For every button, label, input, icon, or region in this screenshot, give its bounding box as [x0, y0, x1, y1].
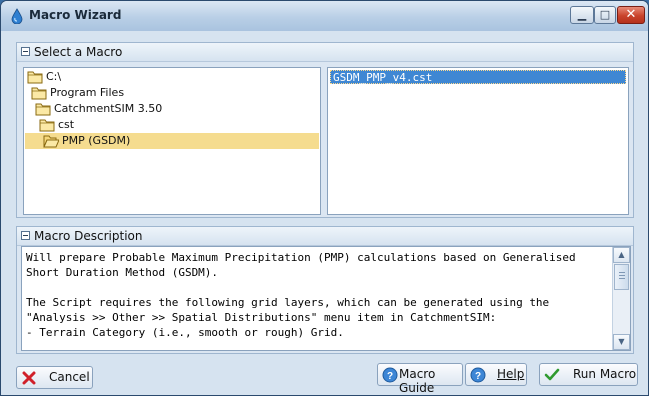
folder-icon [27, 70, 43, 84]
tree-item[interactable]: PMP (GSDM) [25, 133, 319, 149]
tree-item[interactable]: CatchmentSIM 3.50 [25, 101, 319, 117]
folder-open-icon [43, 134, 60, 148]
collapse-toggle-icon[interactable] [21, 47, 30, 56]
scroll-up-icon: ▲ [618, 250, 625, 259]
app-logo-icon [11, 8, 23, 24]
select-macro-header[interactable]: Select a Macro [17, 43, 633, 62]
folder-icon [35, 102, 51, 116]
window-title: Macro Wizard [29, 8, 122, 22]
tree-item-label: cst [58, 118, 75, 131]
checkmark-icon [544, 368, 560, 381]
help-question-icon: ? [382, 367, 398, 383]
macro-description-group: Macro Description Will prepare Probable … [16, 226, 634, 354]
run-macro-label: Run Macro [573, 367, 637, 381]
macro-file-list[interactable]: GSDM_PMP_v4.cst [327, 67, 629, 215]
cancel-x-icon [22, 371, 36, 385]
tree-item[interactable]: cst [25, 117, 319, 133]
minimize-icon: ▁ [577, 8, 587, 21]
help-question-icon: ? [470, 367, 486, 383]
svg-text:?: ? [387, 371, 393, 382]
tree-item-label: PMP (GSDM) [62, 134, 131, 147]
folder-tree[interactable]: C:\ Program Files CatchmentSIM 3.50 cst PMP … [23, 67, 321, 215]
description-text-area[interactable]: Will prepare Probable Maximum Precipitat… [21, 246, 631, 351]
help-button[interactable]: ? Help [465, 363, 527, 386]
maximize-icon: □ [599, 8, 611, 21]
tree-item[interactable]: Program Files [25, 85, 319, 101]
macro-guide-label: Macro Guide [399, 367, 436, 395]
tree-item-label: CatchmentSIM 3.50 [54, 102, 163, 115]
macro-guide-button[interactable]: ? Macro Guide [377, 363, 463, 395]
macro-wizard-window: Macro Wizard ▁ □ ✕ Select a Macro C:\ Pro… [0, 0, 649, 396]
folder-icon [31, 86, 47, 100]
folder-icon [39, 118, 55, 132]
close-button[interactable]: ✕ [617, 6, 645, 24]
tree-item-label: C:\ [46, 70, 62, 83]
close-icon: ✕ [625, 7, 637, 22]
macro-description-title: Macro Description [34, 229, 143, 243]
macro-description-header[interactable]: Macro Description [17, 227, 633, 246]
select-macro-group: Select a Macro C:\ Program Files Catchment… [16, 42, 634, 218]
vertical-scrollbar[interactable]: ▲ ▼ [612, 247, 630, 350]
scroll-thumb[interactable] [614, 264, 629, 290]
tree-item[interactable]: C:\ [25, 69, 319, 85]
list-item[interactable]: GSDM_PMP_v4.cst [330, 70, 626, 84]
minimize-button[interactable]: ▁ [570, 6, 594, 24]
collapse-toggle-icon[interactable] [21, 231, 30, 240]
description-text: Will prepare Probable Maximum Precipitat… [26, 251, 576, 339]
run-macro-button[interactable]: Run Macro [539, 363, 638, 386]
cancel-label: Cancel [49, 370, 90, 384]
tree-item-label: Program Files [50, 86, 125, 99]
maximize-button[interactable]: □ [594, 6, 616, 24]
scroll-down-icon: ▼ [618, 337, 625, 346]
title-bar[interactable]: Macro Wizard ▁ □ ✕ [1, 1, 648, 31]
scroll-down-button[interactable]: ▼ [613, 334, 630, 350]
help-label: Help [497, 367, 525, 381]
cancel-button[interactable]: Cancel [16, 366, 93, 389]
select-macro-title: Select a Macro [34, 45, 123, 59]
scroll-up-button[interactable]: ▲ [613, 247, 630, 263]
svg-text:?: ? [475, 371, 481, 382]
